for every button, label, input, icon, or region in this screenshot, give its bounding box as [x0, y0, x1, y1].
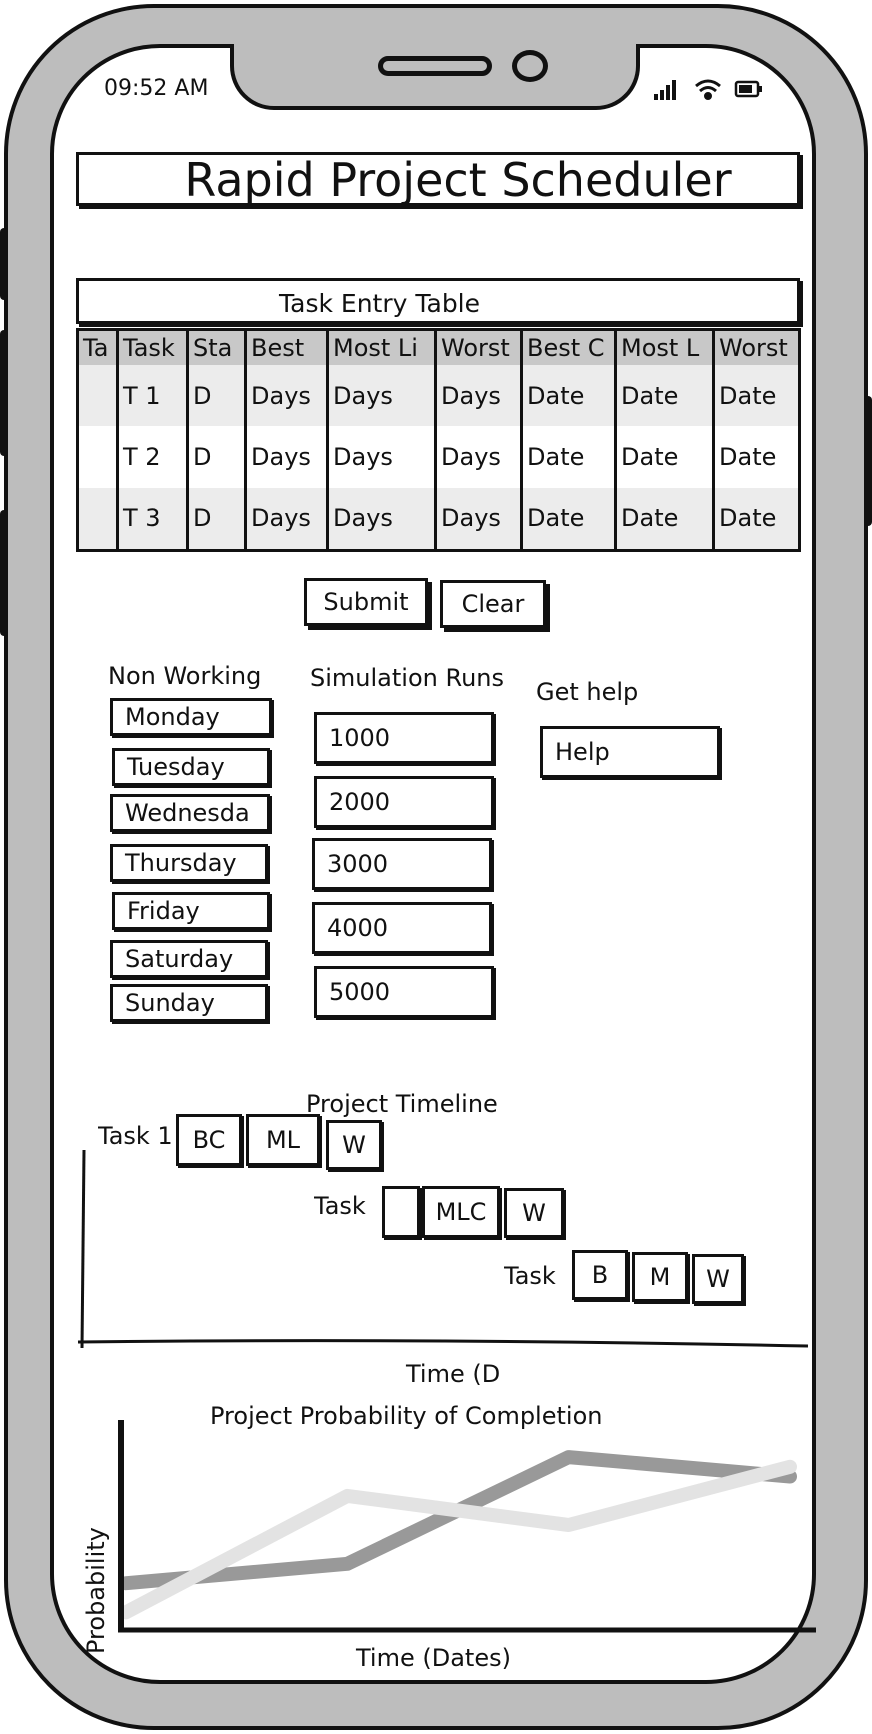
chart-x-axis-label: Time (Dates) — [356, 1644, 511, 1672]
timeline-bar-most-likely: ML — [246, 1114, 320, 1166]
table-cell[interactable]: Days — [326, 487, 436, 551]
column-header: Worst — [434, 329, 522, 365]
timeline-task-label: Task 1 — [98, 1122, 173, 1150]
table-cell[interactable]: Date — [614, 487, 714, 551]
timeline-bar-best: B — [572, 1250, 628, 1300]
simulation-run-option[interactable]: 3000 — [312, 838, 492, 890]
table-cell[interactable]: Date — [614, 365, 714, 427]
timeline-bar-worst: W — [326, 1120, 382, 1170]
column-header: Sta — [186, 329, 246, 365]
mute-switch — [0, 510, 8, 636]
help-button[interactable]: Help — [540, 726, 720, 778]
probability-chart — [118, 1420, 816, 1633]
column-header: Most L — [614, 329, 714, 365]
table-cell[interactable]: Date — [520, 426, 616, 488]
table-row: T 2 D Days Days Days Date Date Date — [76, 426, 800, 488]
table-cell[interactable]: Days — [434, 365, 522, 427]
table-cell[interactable]: T 3 — [116, 487, 188, 551]
simulation-run-option[interactable]: 5000 — [314, 966, 494, 1018]
table-cell[interactable]: Days — [434, 426, 522, 488]
table-cell[interactable] — [76, 487, 118, 551]
clear-button[interactable]: Clear — [440, 580, 546, 628]
speaker-icon — [378, 56, 492, 76]
timeline-bar-worst: W — [692, 1254, 744, 1304]
table-cell[interactable]: D — [186, 487, 246, 551]
table-cell[interactable]: Date — [614, 426, 714, 488]
table-header-row: Ta Task Sta Best Most Li Worst Best C Mo… — [76, 329, 800, 365]
signal-icon — [654, 80, 676, 100]
submit-button[interactable]: Submit — [304, 578, 428, 626]
table-cell[interactable]: T 2 — [116, 426, 188, 488]
table-cell[interactable]: Date — [520, 487, 616, 551]
camera-icon — [512, 50, 548, 82]
table-cell[interactable]: Days — [244, 487, 328, 551]
table-cell[interactable]: Days — [244, 365, 328, 427]
table-cell[interactable]: Date — [712, 487, 800, 551]
phone-notch — [230, 44, 640, 110]
simulation-runs-label: Simulation Runs — [310, 664, 504, 692]
timeline-bar-best — [382, 1186, 420, 1238]
non-working-day-thursday[interactable]: Thursday — [110, 844, 268, 882]
column-header: Most Li — [326, 329, 436, 365]
column-header: Task — [116, 329, 188, 365]
timeline-task-label: Task 3 — [504, 1262, 564, 1290]
column-header: Worst — [712, 329, 800, 365]
battery-icon — [734, 80, 762, 98]
table-cell[interactable]: Days — [326, 426, 436, 488]
table-cell[interactable]: Date — [520, 365, 616, 427]
non-working-day-tuesday[interactable]: Tuesday — [112, 748, 270, 786]
table-cell[interactable]: T 1 — [116, 365, 188, 427]
table-cell[interactable]: Days — [326, 365, 436, 427]
non-working-day-saturday[interactable]: Saturday — [110, 940, 268, 978]
status-time: 09:52 AM — [104, 76, 209, 101]
page-title: Rapid Project Scheduler — [184, 153, 732, 207]
volume-up-button — [0, 228, 8, 300]
timeline-x-axis-label: Time (D — [406, 1360, 501, 1388]
get-help-label: Get help — [536, 678, 639, 706]
timeline-bar-best: BC — [176, 1114, 242, 1166]
table-row: T 1 D Days Days Days Date Date Date — [76, 365, 800, 427]
timeline-bar-most-likely: M — [632, 1252, 688, 1302]
task-entry-table: Ta Task Sta Best Most Li Worst Best C Mo… — [76, 328, 801, 552]
status-icons — [654, 79, 762, 100]
non-working-label: Non Working — [108, 662, 262, 690]
wifi-icon — [695, 79, 721, 100]
timeline-bar-most-likely: MLC — [422, 1186, 500, 1238]
simulation-run-option[interactable]: 2000 — [314, 776, 494, 828]
timeline-bar-worst: W — [504, 1188, 564, 1238]
column-header: Best C — [520, 329, 616, 365]
volume-down-button — [0, 330, 8, 456]
table-cell[interactable] — [76, 365, 118, 427]
table-cell[interactable]: Date — [712, 426, 800, 488]
table-cell[interactable]: Date — [712, 365, 800, 427]
app-title-box: Rapid Project Scheduler — [76, 152, 800, 206]
power-button — [864, 396, 872, 526]
non-working-day-monday[interactable]: Monday — [110, 698, 272, 736]
non-working-day-friday[interactable]: Friday — [112, 892, 270, 930]
table-cell[interactable]: Days — [434, 487, 522, 551]
table-cell[interactable]: D — [186, 426, 246, 488]
table-cell[interactable]: D — [186, 365, 246, 427]
column-header: Ta — [76, 329, 118, 365]
task-table-title: Task Entry Table — [279, 289, 481, 318]
chart-series-line-2 — [119, 1459, 797, 1620]
table-cell[interactable] — [76, 426, 118, 488]
timeline-title: Project Timeline — [306, 1090, 498, 1118]
non-working-day-sunday[interactable]: Sunday — [110, 984, 268, 1022]
task-table-header-box: Task Entry Table — [76, 278, 800, 324]
table-cell[interactable]: Days — [244, 426, 328, 488]
simulation-run-option[interactable]: 1000 — [314, 712, 494, 764]
non-working-day-wednesday[interactable]: Wednesda — [110, 794, 270, 832]
simulation-run-option[interactable]: 4000 — [312, 902, 492, 954]
timeline-task-label: Task 2 — [314, 1192, 372, 1220]
table-row: T 3 D Days Days Days Date Date Date — [76, 487, 800, 551]
column-header: Best — [244, 329, 328, 365]
